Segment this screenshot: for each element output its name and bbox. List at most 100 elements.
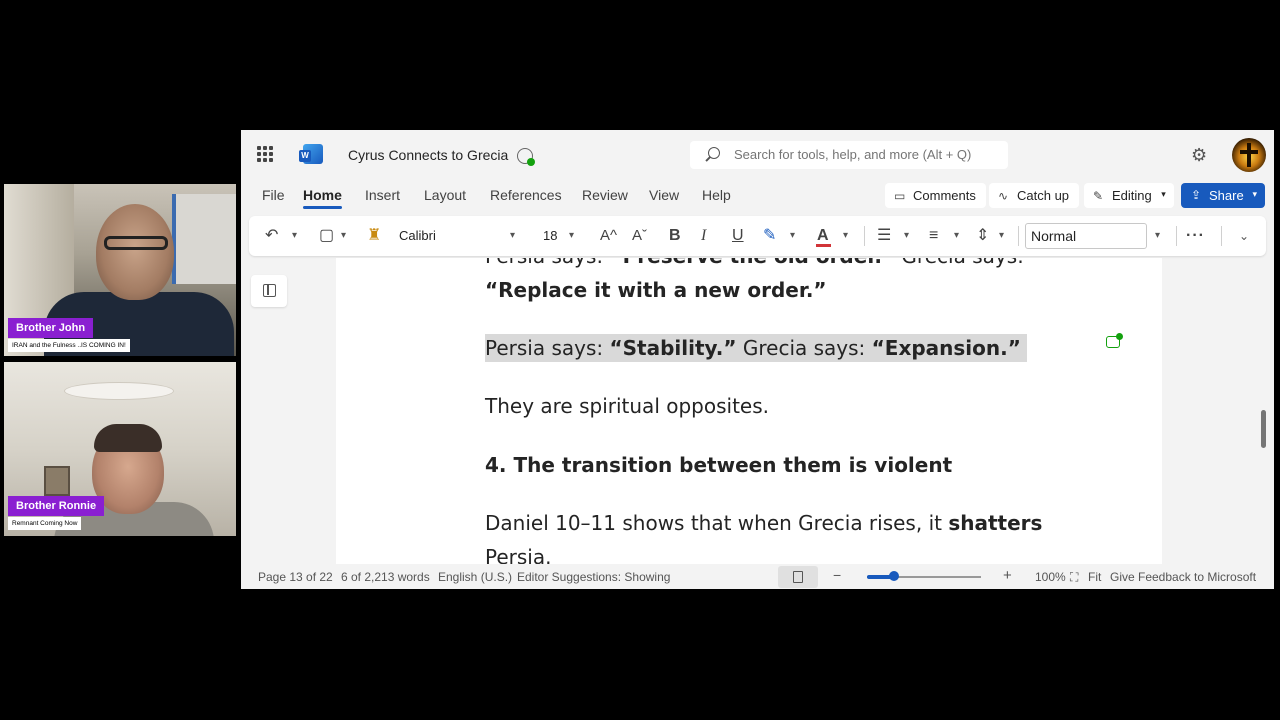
doc-line: Persia. <box>485 545 552 564</box>
grow-font-icon[interactable]: A^ <box>600 227 617 245</box>
document-page[interactable]: Persia says: “Preserve the old order.” G… <box>336 258 1162 564</box>
pencil-icon: ✎ <box>1093 189 1104 203</box>
language-status[interactable]: English (U.S.) <box>438 570 512 584</box>
ceiling-fan <box>64 382 174 400</box>
document-title[interactable]: Cyrus Connects to Grecia <box>348 147 508 163</box>
app-launcher-icon[interactable] <box>257 146 273 162</box>
doc-line: “Replace it with a new order.” <box>485 278 827 302</box>
saved-status-icon[interactable] <box>517 148 535 166</box>
undo-icon[interactable]: ↶ <box>265 227 278 245</box>
tab-help[interactable]: Help <box>702 187 731 203</box>
doc-line: They are spiritual opposites. <box>485 394 769 418</box>
title-bar: Cyrus Connects to Grecia ⚙ <box>241 130 1274 180</box>
clipboard-icon[interactable]: ▢ <box>319 227 334 245</box>
add-comment-icon[interactable] <box>1106 333 1123 348</box>
style-select[interactable]: Normal <box>1025 223 1147 249</box>
font-name-chevron-down-icon[interactable]: ▾ <box>510 227 515 245</box>
tab-view[interactable]: View <box>649 187 679 203</box>
participant-subtitle-tag: Remnant Coming Now <box>8 517 82 530</box>
italic-icon[interactable]: I <box>701 227 706 245</box>
vertical-scrollbar[interactable] <box>1261 410 1266 448</box>
zoom-in-icon[interactable]: + <box>1003 567 1012 584</box>
font-size-chevron-down-icon[interactable]: ▾ <box>569 227 574 245</box>
underline-icon[interactable]: U <box>732 227 744 245</box>
print-layout-button[interactable] <box>778 566 818 588</box>
wall-picture <box>44 466 70 496</box>
clipboard-chevron-down-icon[interactable]: ▾ <box>341 227 346 245</box>
glasses <box>104 236 168 250</box>
tab-layout[interactable]: Layout <box>424 187 466 203</box>
chevron-down-icon: ▾ <box>1161 189 1166 199</box>
tab-insert[interactable]: Insert <box>365 187 400 203</box>
video-tile-brother-john: Brother John IRAN and the Fulness ..IS C… <box>4 184 236 356</box>
selection-highlight: Persia says: “Stability.” Grecia says: “… <box>485 334 1027 362</box>
separator <box>1176 226 1177 246</box>
tab-home[interactable]: Home <box>303 187 342 209</box>
navigation-pane-button[interactable] <box>251 275 287 307</box>
font-name-select[interactable]: Calibri <box>399 228 436 243</box>
align-chevron-down-icon[interactable]: ▾ <box>954 227 959 245</box>
comments-button[interactable]: ▭ Comments <box>885 183 986 208</box>
style-chevron-down-icon[interactable]: ▾ <box>1155 227 1160 245</box>
editing-label: Editing <box>1112 188 1152 203</box>
font-color-icon[interactable]: A <box>817 227 829 245</box>
tab-review[interactable]: Review <box>582 187 628 203</box>
search-box[interactable] <box>690 141 1008 169</box>
more-options-icon[interactable]: ··· <box>1186 227 1205 245</box>
font-color-swatch <box>816 244 831 247</box>
screen: Brother John IRAN and the Fulness ..IS C… <box>0 0 1280 720</box>
word-logo-icon <box>299 144 323 164</box>
participant-hair <box>94 424 162 452</box>
fit-button[interactable]: Fit <box>1088 570 1101 584</box>
search-input[interactable] <box>734 147 1004 162</box>
separator <box>864 226 865 246</box>
menu-bar: File Home Insert Layout References Revie… <box>241 180 1274 212</box>
bullets-icon[interactable]: ☰ <box>877 227 891 245</box>
undo-chevron-down-icon[interactable]: ▾ <box>292 227 297 245</box>
tab-file[interactable]: File <box>262 187 285 203</box>
editing-mode-button[interactable]: ✎ Editing ▾ <box>1084 183 1174 208</box>
line-spacing-icon[interactable]: ⇕ <box>976 227 989 245</box>
doc-heading: 4. The transition between them is violen… <box>485 453 953 477</box>
ribbon-toolbar: ↶ ▾ ▢ ▾ ♜ Calibri ▾ 18 ▾ A^ Aˇ B I U ✎ ▾… <box>249 216 1266 256</box>
feedback-link[interactable]: Give Feedback to Microsoft <box>1110 570 1256 584</box>
word-count[interactable]: 6 of 2,213 words <box>341 570 430 584</box>
font-size-select[interactable]: 18 <box>543 228 557 243</box>
user-avatar[interactable] <box>1232 138 1266 172</box>
participant-face <box>96 204 174 300</box>
video-tile-brother-ronnie: Brother Ronnie Remnant Coming Now <box>4 362 236 536</box>
zoom-out-icon[interactable]: − <box>833 567 841 583</box>
fit-icon[interactable]: ⛶ <box>1070 570 1078 585</box>
participant-subtitle-tag: IRAN and the Fulness ..IS COMING IN! <box>8 339 130 352</box>
font-color-chevron-down-icon[interactable]: ▾ <box>843 227 848 245</box>
share-icon: ⇪ <box>1191 188 1202 202</box>
line-spacing-chevron-down-icon[interactable]: ▾ <box>999 227 1004 245</box>
separator <box>1221 226 1222 246</box>
page-count[interactable]: Page 13 of 22 <box>258 570 333 584</box>
settings-gear-icon[interactable]: ⚙ <box>1191 146 1207 164</box>
catch-up-button[interactable]: ∿ Catch up <box>989 183 1080 208</box>
navigation-pane-icon <box>263 284 276 297</box>
share-label: Share <box>1209 188 1244 203</box>
ribbon-collapse-chevron-down-icon[interactable]: ⌄ <box>1239 227 1249 245</box>
bold-icon[interactable]: B <box>669 227 681 245</box>
status-bar: Page 13 of 22 6 of 2,213 words English (… <box>241 565 1274 589</box>
word-window: Cyrus Connects to Grecia ⚙ File Home Ins… <box>241 130 1274 589</box>
editor-suggestions-status[interactable]: Editor Suggestions: Showing <box>517 570 670 584</box>
comment-icon: ▭ <box>894 189 906 203</box>
highlight-chevron-down-icon[interactable]: ▾ <box>790 227 795 245</box>
comments-label: Comments <box>913 188 976 203</box>
zoom-level[interactable]: 100% <box>1035 570 1066 584</box>
bullets-chevron-down-icon[interactable]: ▾ <box>904 227 909 245</box>
zoom-slider-thumb[interactable] <box>889 571 900 581</box>
catch-up-icon: ∿ <box>998 189 1009 203</box>
shrink-font-icon[interactable]: Aˇ <box>632 227 647 245</box>
background-poster <box>172 194 236 284</box>
zoom-slider[interactable] <box>867 571 981 581</box>
tab-references[interactable]: References <box>490 187 562 203</box>
participant-name-tag: Brother Ronnie <box>8 496 105 516</box>
share-button[interactable]: ⇪ Share ▾ <box>1181 183 1265 208</box>
align-icon[interactable]: ≡ <box>929 227 938 245</box>
highlight-icon[interactable]: ✎ <box>763 227 776 245</box>
format-painter-icon[interactable]: ♜ <box>367 227 381 245</box>
